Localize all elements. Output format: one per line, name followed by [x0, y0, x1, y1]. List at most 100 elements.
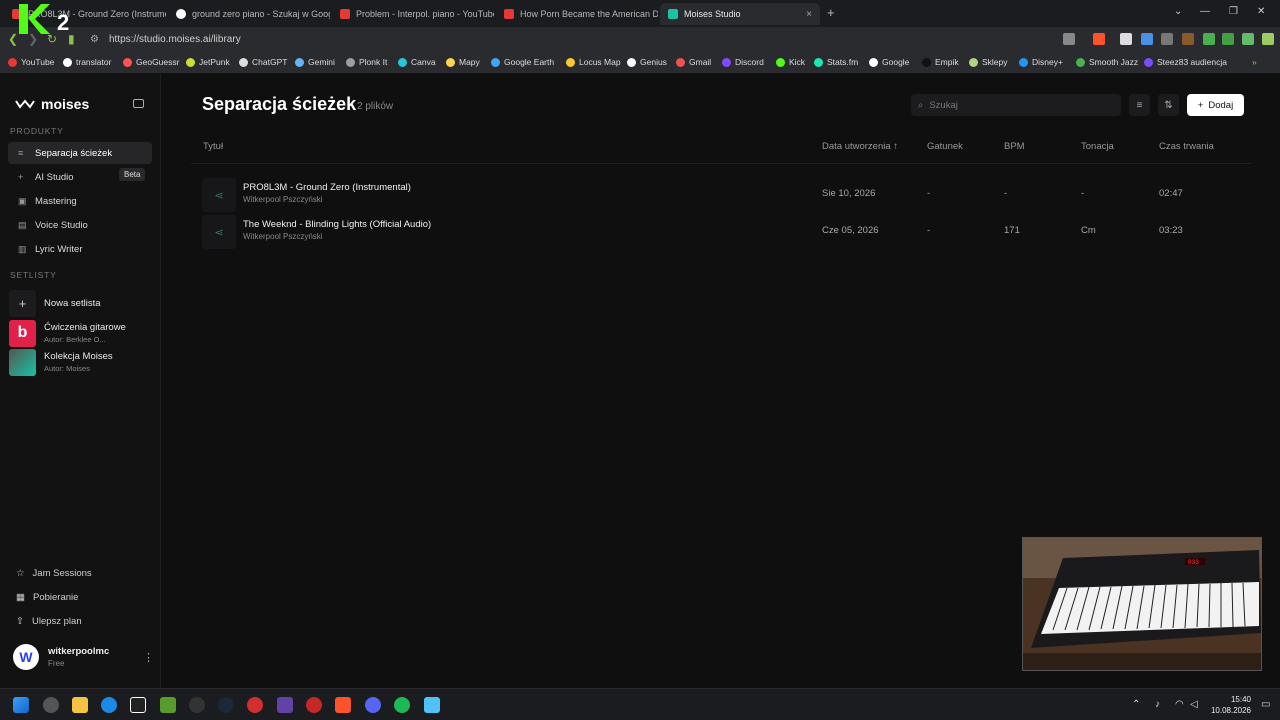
app-icon[interactable] — [306, 697, 322, 713]
capcut-icon[interactable] — [130, 697, 146, 713]
bookmark-label: Gmail — [689, 57, 712, 67]
collapse-sidebar-icon[interactable] — [133, 99, 144, 108]
column-key[interactable]: Tonacja — [1081, 141, 1114, 152]
menu-icon[interactable] — [1262, 33, 1274, 45]
more-options-icon[interactable]: ⋮ — [143, 651, 154, 664]
moises-logo[interactable]: moises — [15, 96, 89, 112]
sidebar-item-ai-studio[interactable]: + AI Studio Beta — [8, 166, 152, 188]
extension-icon[interactable] — [1141, 33, 1153, 45]
windows-start-icon[interactable] — [13, 697, 29, 713]
table-row[interactable]: ⋖ PRO8L3M - Ground Zero (Instrumental) W… — [202, 178, 1262, 212]
tab-youtube-problem[interactable]: Problem - Interpol. piano - YouTube — [332, 3, 494, 25]
setlist-item-moises[interactable]: Kolekcja Moises Autor: Moises — [9, 348, 154, 376]
section-products: PRODUKTY — [10, 126, 64, 136]
sort-button[interactable]: ⇅ — [1158, 94, 1179, 116]
sidebar-item-lyric-writer[interactable]: ▥ Lyric Writer — [8, 238, 152, 260]
bookmark-gmail[interactable]: Gmail — [676, 57, 711, 67]
bookmark-translator[interactable]: translator — [63, 57, 111, 67]
close-tab-icon[interactable]: × — [806, 9, 812, 20]
extension-icon[interactable] — [1120, 33, 1132, 45]
add-button[interactable]: + Dodaj — [1187, 94, 1244, 116]
downloads-link[interactable]: ▦ Pobieranie — [16, 592, 78, 603]
new-setlist-button[interactable]: + Nowa setlista — [9, 289, 154, 317]
minimize-icon[interactable]: — — [1200, 6, 1210, 17]
bookmark-mapy[interactable]: Mapy — [446, 57, 480, 67]
bookmark-geoguessr[interactable]: GeoGuessr — [123, 57, 179, 67]
clock[interactable]: 15:40 10.08.2026 — [1205, 694, 1251, 716]
bookmark-locus-map[interactable]: Locus Map — [566, 57, 621, 67]
bookmark-empik[interactable]: Empik — [922, 57, 959, 67]
twitch-icon[interactable] — [277, 697, 293, 713]
sidebar: moises PRODUKTY ≡ Separacja ścieżek + AI… — [0, 74, 161, 688]
sidebar-item-mastering[interactable]: ▣ Mastering — [8, 190, 152, 212]
bookmark-canva[interactable]: Canva — [398, 57, 436, 67]
file-explorer-icon[interactable] — [72, 697, 88, 713]
bookmark-youtube[interactable]: YouTube — [8, 57, 54, 67]
column-title[interactable]: Tytuł — [203, 141, 223, 152]
bookmark-google-earth[interactable]: Google Earth — [491, 57, 554, 67]
column-created-date[interactable]: Data utworzenia ↑ — [822, 141, 898, 152]
brave-shields-icon[interactable] — [1093, 33, 1105, 45]
new-setlist-label: Nowa setlista — [44, 297, 101, 309]
minecraft-icon[interactable] — [160, 697, 176, 713]
bookmark-stats-fm[interactable]: Stats.fm — [814, 57, 858, 67]
app-icon[interactable] — [247, 697, 263, 713]
user-profile[interactable]: W witkerpoolmc Free — [13, 644, 109, 670]
bookmark-discord[interactable]: Discord — [722, 57, 764, 67]
bookmark-gemini[interactable]: Gemini — [295, 57, 335, 67]
tab-search-icon[interactable]: ⌄ — [1174, 6, 1182, 17]
brave-icon[interactable] — [335, 697, 351, 713]
bookmark-genius[interactable]: Genius — [627, 57, 667, 67]
volume-icon[interactable]: ◁ — [1190, 699, 1198, 710]
bookmark-disney-[interactable]: Disney+ — [1019, 57, 1063, 67]
filter-button[interactable]: ≡ — [1129, 94, 1150, 116]
notifications-icon[interactable]: ▭ — [1261, 699, 1270, 710]
bookmark-jetpunk[interactable]: JetPunk — [186, 57, 230, 67]
bookmark-smooth-jazz[interactable]: Smooth Jazz — [1076, 57, 1138, 67]
jam-sessions-link[interactable]: ☆ Jam Sessions — [16, 568, 92, 579]
app-icon[interactable] — [189, 697, 205, 713]
wifi-icon[interactable]: ◠ — [1175, 699, 1184, 710]
extension-icon[interactable] — [1182, 33, 1194, 45]
sidebar-item-voice-studio[interactable]: ▤ Voice Studio — [8, 214, 152, 236]
bookmark-kick[interactable]: Kick — [776, 57, 805, 67]
column-duration[interactable]: Czas trwania — [1159, 141, 1214, 152]
download-icon[interactable] — [1222, 33, 1234, 45]
settings-icon[interactable] — [43, 697, 59, 713]
bookmark-google[interactable]: Google — [869, 57, 909, 67]
music-icon[interactable] — [1242, 33, 1254, 45]
more-bookmarks-icon[interactable]: » — [1252, 57, 1257, 67]
upgrade-plan-link[interactable]: ⇧ Ulepsz plan — [16, 616, 82, 627]
bookmark-plonk-it[interactable]: Plonk It — [346, 57, 387, 67]
bookmark-label: Stats.fm — [827, 57, 859, 67]
track-bpm: 171 — [1004, 225, 1020, 236]
discord-icon[interactable] — [365, 697, 381, 713]
tab-youtube-how-porn[interactable]: How Porn Became the American Dream — [496, 3, 658, 25]
translate-icon[interactable] — [1063, 33, 1075, 45]
notepad-icon[interactable] — [424, 697, 440, 713]
setlist-item-guitar[interactable]: b Ćwiczenia gitarowe Autor: Berklee O... — [9, 319, 154, 347]
column-bpm[interactable]: BPM — [1004, 141, 1025, 152]
search-input[interactable]: ⌕ Szukaj — [911, 94, 1121, 116]
bookmark-sklepy[interactable]: Sklepy — [969, 57, 1008, 67]
tab-moises-studio[interactable]: Moises Studio × — [660, 3, 820, 25]
volume-extension-icon[interactable] — [1161, 33, 1173, 45]
table-row[interactable]: ⋖ The Weeknd - Blinding Lights (Official… — [202, 215, 1262, 249]
steam-icon[interactable] — [218, 697, 234, 713]
tab-bar: PRO8L3M - Ground Zero (Instrumen ground … — [0, 0, 1280, 27]
tab-google-search[interactable]: ground zero piano - Szukaj w Google — [168, 3, 330, 25]
column-genre[interactable]: Gatunek — [927, 141, 963, 152]
close-window-icon[interactable]: ✕ — [1257, 6, 1265, 17]
spotify-icon[interactable] — [394, 697, 410, 713]
new-tab-button[interactable]: + — [827, 5, 835, 20]
url-field[interactable]: ⚙ https://studio.moises.ai/library — [90, 30, 1090, 49]
edge-icon[interactable] — [101, 697, 117, 713]
maximize-icon[interactable]: ❐ — [1229, 6, 1238, 17]
bookmark-steez83-audiencja[interactable]: Steez83 audiencja — [1144, 57, 1227, 67]
extensions-puzzle-icon[interactable] — [1203, 33, 1215, 45]
sidebar-item-stem-separation[interactable]: ≡ Separacja ścieżek — [8, 142, 152, 164]
bookmark-chatgpt[interactable]: ChatGPT — [239, 57, 287, 67]
microphone-icon[interactable]: ♪ — [1155, 699, 1160, 710]
site-info-icon[interactable]: ⚙ — [90, 34, 99, 45]
tray-overflow-icon[interactable]: ⌃ — [1132, 699, 1140, 710]
